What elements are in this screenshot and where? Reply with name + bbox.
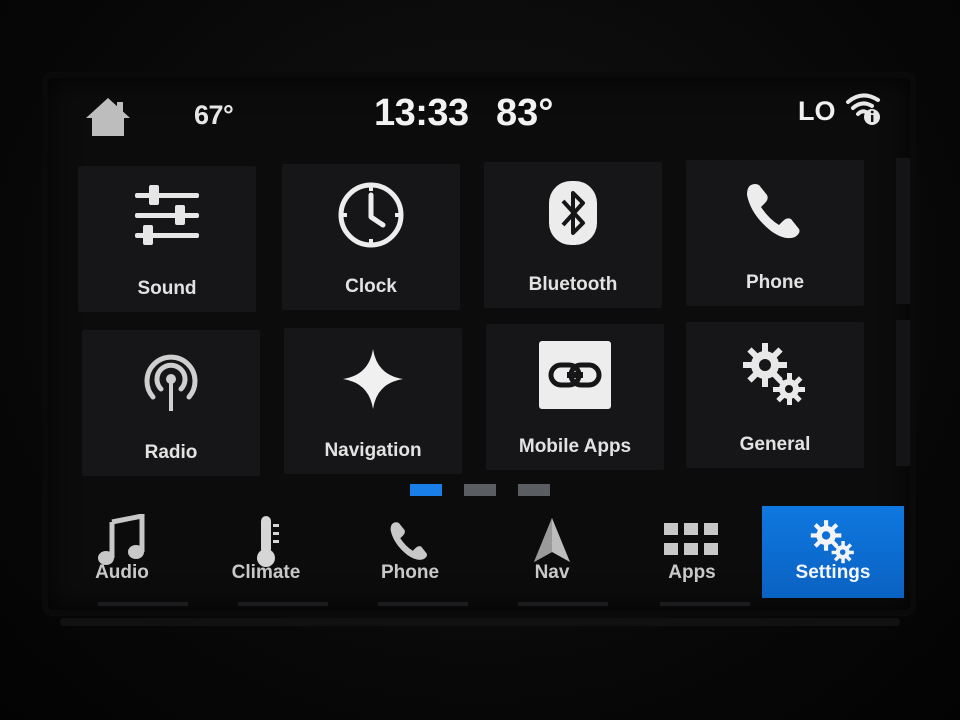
- nav-settings[interactable]: Settings: [762, 506, 904, 598]
- tile-mobile-apps[interactable]: Mobile Apps: [486, 324, 664, 470]
- clock-time: 13:33: [374, 92, 469, 134]
- outside-temperature: 67°: [194, 100, 234, 130]
- cabin-temperature: 83°: [496, 92, 554, 134]
- status-bar: 67° 13:33 83° LO: [48, 78, 910, 154]
- music-note-icon: [92, 514, 152, 568]
- nav-divider: [378, 602, 468, 606]
- tile-label: Navigation: [324, 440, 422, 461]
- tile-label: Phone: [745, 272, 805, 293]
- equalizer-sliders-icon: [127, 180, 207, 254]
- clock-icon: [331, 178, 411, 252]
- page-dot-3[interactable]: [518, 484, 550, 496]
- bottom-nav-bar: Audio Climate Phone Nav Apps Settings: [48, 506, 910, 610]
- next-page-edge: [896, 320, 910, 466]
- home-icon[interactable]: [84, 96, 132, 138]
- nav-apps[interactable]: Apps: [622, 506, 762, 598]
- nav-label: Nav: [534, 562, 570, 583]
- nav-label: Settings: [795, 562, 871, 583]
- phone-handset-icon: [380, 514, 440, 568]
- tile-label: Mobile Apps: [518, 436, 632, 457]
- nav-divider: [660, 602, 750, 606]
- nav-navigation[interactable]: Nav: [482, 506, 622, 598]
- tile-general[interactable]: General: [686, 322, 864, 468]
- nav-label: Climate: [231, 562, 301, 583]
- nav-label: Audio: [95, 562, 149, 583]
- wifi-info-icon[interactable]: [844, 90, 884, 128]
- tile-label: Bluetooth: [528, 274, 618, 295]
- fan-level: LO: [798, 96, 836, 126]
- tile-sound[interactable]: Sound: [78, 166, 256, 312]
- nav-audio[interactable]: Audio: [52, 506, 192, 598]
- tile-clock[interactable]: Clock: [282, 164, 460, 310]
- bezel-strip: [60, 618, 900, 626]
- gears-icon: [803, 514, 863, 568]
- infotainment-screen: 67° 13:33 83° LO Sound Clock Bluetooth P…: [48, 78, 910, 610]
- compass-star-icon: [333, 342, 413, 416]
- tile-label: General: [739, 434, 811, 455]
- next-page-edge: [896, 158, 910, 304]
- page-dot-1[interactable]: [410, 484, 442, 496]
- phone-handset-icon: [735, 174, 815, 248]
- bluetooth-icon: [533, 176, 613, 250]
- apps-grid-icon: [662, 514, 722, 568]
- nav-label: Phone: [380, 562, 440, 583]
- radio-antenna-icon: [131, 344, 211, 418]
- nav-divider: [98, 602, 188, 606]
- tile-label: Clock: [345, 276, 397, 297]
- nav-climate[interactable]: Climate: [196, 506, 336, 598]
- tile-bluetooth[interactable]: Bluetooth: [484, 162, 662, 308]
- tile-label: Sound: [137, 278, 197, 299]
- gears-icon: [735, 336, 815, 410]
- page-dot-2[interactable]: [464, 484, 496, 496]
- link-icon: [535, 338, 615, 412]
- nav-phone[interactable]: Phone: [340, 506, 480, 598]
- tile-radio[interactable]: Radio: [82, 330, 260, 476]
- tile-label: Radio: [144, 442, 198, 463]
- nav-label: Apps: [668, 562, 716, 583]
- tile-navigation[interactable]: Navigation: [284, 328, 462, 474]
- nav-divider: [238, 602, 328, 606]
- navigation-arrow-icon: [522, 514, 582, 568]
- page-indicator: [410, 484, 550, 498]
- nav-divider: [518, 602, 608, 606]
- thermometer-icon: [236, 514, 296, 568]
- tile-phone[interactable]: Phone: [686, 160, 864, 306]
